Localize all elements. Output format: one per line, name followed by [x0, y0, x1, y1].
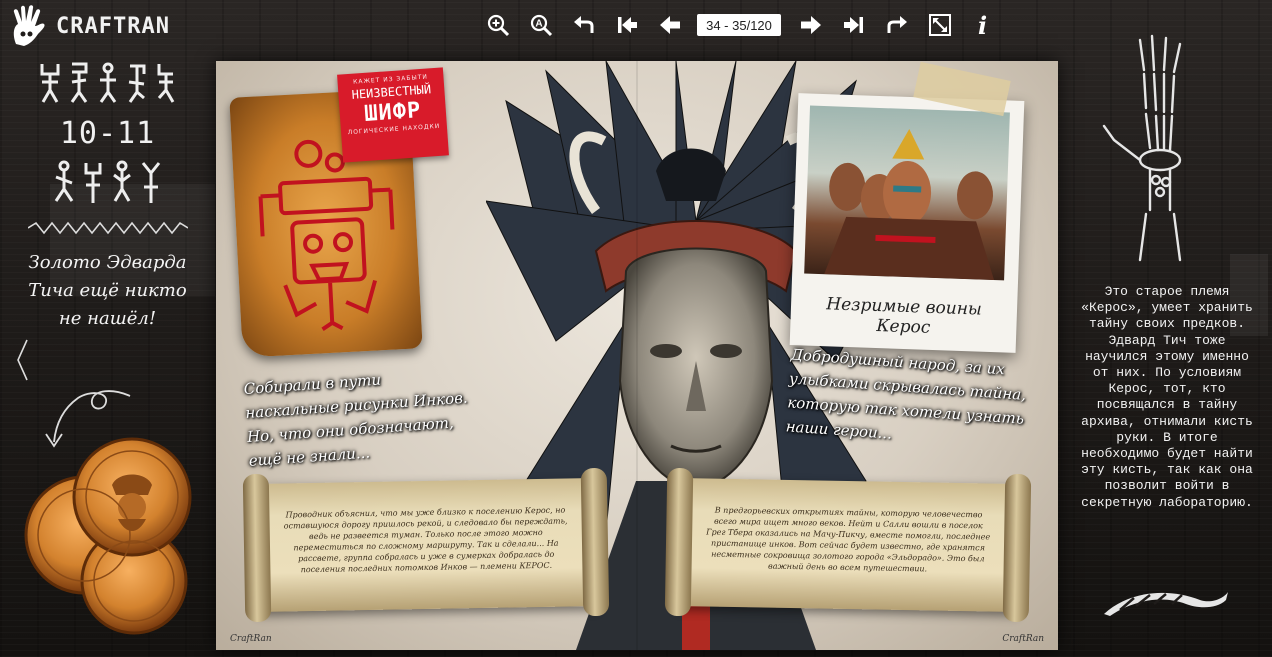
svg-text:A: A: [535, 19, 542, 30]
skeleton-hand-icon: [1102, 34, 1182, 262]
redo-icon: [887, 16, 907, 33]
tribal-ornament-icon: [1104, 592, 1228, 616]
zoom-auto-icon: A: [530, 14, 552, 37]
stick-figure-icon: [113, 160, 131, 202]
first-page-button[interactable]: [605, 8, 648, 42]
keros-description: Это старое племя «Керос», умеет хранить …: [1081, 284, 1253, 510]
zoom-in-icon: [487, 14, 509, 37]
last-page-icon: [843, 17, 863, 33]
undo-icon: [573, 16, 593, 33]
brand-name: CRAFTRAN: [56, 13, 170, 39]
last-page-button[interactable]: [832, 8, 875, 42]
caption-petroglyphs: Собирали в пути наскальные рисунки Инков…: [243, 370, 469, 470]
next-page-button[interactable]: [789, 8, 832, 42]
info-button[interactable]: i: [961, 8, 1004, 42]
pirate-coins-image: [24, 437, 192, 635]
glyph-row-bottom: [0, 159, 215, 205]
left-panel: 10-11 Золото Эдварда Тича ещё никто не н…: [0, 60, 215, 657]
chevron-left-icon[interactable]: [16, 338, 28, 382]
zoom-auto-button[interactable]: A: [519, 8, 562, 42]
fullscreen-button[interactable]: [918, 8, 961, 42]
scroll-right: В предгорьевских открытиях тайны, котору…: [676, 478, 1020, 612]
scroll-left: Проводник объяснил, что мы уже близко к …: [254, 478, 598, 612]
prev-page-button[interactable]: [648, 8, 691, 42]
caption-friendly-people: Добродушный народ, за их улыбками скрыва…: [785, 345, 1027, 443]
zigzag-divider: [27, 221, 188, 235]
stick-figure-icon: [157, 64, 174, 103]
info-icon: i: [977, 10, 988, 40]
undo-button[interactable]: [562, 8, 605, 42]
stick-figure-icon: [99, 62, 116, 103]
scroll-right-text: В предгорьевских открытиях тайны, котору…: [706, 505, 991, 574]
page-counter[interactable]: 34 - 35/120: [697, 14, 781, 36]
polaroid-caption: Незримые воины Керос: [826, 294, 983, 338]
redo-button[interactable]: [875, 8, 918, 42]
brand-logo[interactable]: CRAFTRAN: [8, 4, 170, 48]
zoom-in-button[interactable]: [476, 8, 519, 42]
book-spread[interactable]: КАЖЕТ ИЗ ЗАБЫТИ НЕИЗВЕСТНЫЙ ШИФР ЛОГИЧЕС…: [216, 61, 1058, 650]
warriors-photo-image: [804, 105, 1010, 281]
scroll-left-text: Проводник объяснил, что мы уже близко к …: [283, 505, 568, 575]
stick-figure-icon: [40, 64, 59, 103]
first-page-icon: [617, 17, 637, 33]
stick-figure-icon: [141, 162, 161, 203]
warriors-polaroid: Незримые воины Керос: [789, 93, 1025, 353]
hand-logo-icon: [13, 5, 45, 47]
prev-page-icon: [659, 16, 680, 34]
fullscreen-icon: [928, 14, 951, 36]
stick-figure-icon: [84, 163, 102, 203]
warriors-illustration: [824, 129, 995, 281]
unknown-cipher-stamp: КАЖЕТ ИЗ ЗАБЫТИ НЕИЗВЕСТНЫЙ ШИФР ЛОГИЧЕС…: [337, 67, 449, 163]
stick-figure-icon: [54, 160, 74, 202]
watermark-left: CraftRan: [230, 634, 272, 644]
aztec-seal-icon: [258, 139, 395, 331]
right-panel: Это старое племя «Керос», умеет хранить …: [1060, 30, 1272, 657]
gold-headline: Золото Эдварда Тича ещё никто не нашёл!: [28, 252, 187, 329]
stick-figure-icon: [128, 64, 145, 103]
stick-figure-icon: [70, 62, 87, 103]
glyph-row-top: [0, 60, 215, 106]
age-range: 10-11: [59, 116, 156, 151]
next-page-icon: [800, 16, 821, 34]
watermark-right: CraftRan: [1002, 634, 1044, 644]
viewer-toolbar: A 34 - 35/120 i: [476, 8, 1004, 42]
